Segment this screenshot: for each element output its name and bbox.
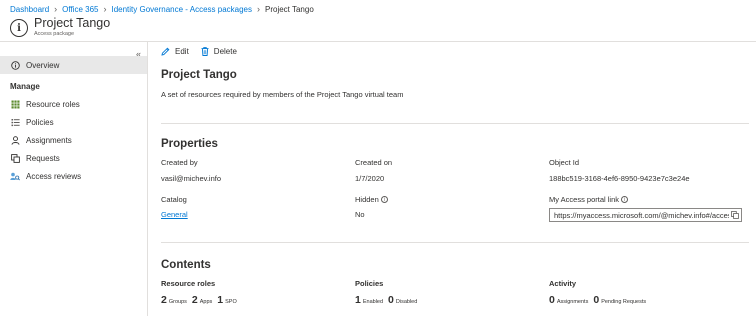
stat-unit: SPO [225,299,237,305]
hidden-value: No [355,210,365,219]
stat-unit: Assignments [556,299,589,305]
section-divider [161,242,749,243]
stat-unit: Enabled [362,299,384,305]
hidden-label: Hidden [355,195,379,204]
resource-roles-stats[interactable]: 2 Groups 2 Apps 1 SPO [161,294,242,306]
sidebar-item-label: Requests [26,153,60,163]
breadcrumb-dashboard[interactable]: Dashboard [10,5,49,14]
sidebar-section-manage: Manage [10,81,40,91]
stat-apps: 2 Apps [192,294,212,306]
info-icon: i [10,19,28,37]
delete-button-label: Delete [213,47,237,56]
stat-unit: Disabled [395,299,418,305]
chevron-right-icon: › [54,4,58,14]
catalog-label: Catalog [161,195,187,204]
header-divider [0,41,756,42]
stat-value: 2 [161,294,167,306]
pencil-icon [161,47,170,56]
sidebar-item-policies[interactable]: Policies [0,113,147,131]
stat-groups: 2 Groups [161,294,187,306]
created-by-label: Created by [161,158,198,167]
copy-icon[interactable] [729,211,741,219]
stat-enabled: 1 Enabled [355,294,383,306]
requests-icon [10,153,20,163]
info-icon [10,60,20,70]
portal-link-label: My Access portal link [549,195,620,204]
grid-icon [10,99,20,109]
page-title: Project Tango [34,16,111,30]
sidebar-item-requests[interactable]: Requests [0,149,147,167]
chevron-right-icon: › [103,4,107,14]
stat-value: 0 [549,294,555,306]
sidebar-item-label: Resource roles [26,99,80,109]
created-by-value: vasil@michev.info [161,174,221,183]
created-on-label: Created on [355,158,393,167]
stat-value: 2 [191,294,198,306]
stat-disabled: 0 Disabled [388,294,417,306]
sidebar-item-label: Policies [26,117,54,127]
info-icon[interactable]: i [380,196,388,203]
access-package-description: A set of resources required by members o… [161,90,404,99]
sidebar-item-label: Overview [26,60,60,70]
policies-stats[interactable]: 1 Enabled 0 Disabled [355,294,422,306]
review-icon [10,171,20,181]
breadcrumb: Dashboard › Office 365 › Identity Govern… [10,3,314,15]
edit-button-label: Edit [175,47,189,56]
stat-spo: 1 SPO [217,294,236,306]
portal-link-field[interactable]: https://myaccess.microsoft.com/@michev.i… [549,208,742,222]
stat-pending-requests: 0 Pending Requests [593,294,646,306]
chevron-right-icon: › [257,4,260,14]
sidebar-item-overview[interactable]: Overview [0,56,147,74]
breadcrumb-current: Project Tango [265,4,314,14]
sidebar-item-label: Assignments [26,135,72,145]
stat-value: 1 [217,294,224,306]
page-header: i Project Tango Access package [10,16,110,40]
stat-value: 0 [388,294,394,306]
hidden-label-row: Hidden i [355,195,388,204]
stat-value: 0 [593,294,600,306]
sidebar-item-assignments[interactable]: Assignments [0,131,147,149]
delete-button[interactable]: Delete [201,47,237,56]
breadcrumb-access-packages[interactable]: Identity Governance - Access packages [111,5,252,14]
activity-stats[interactable]: 0 Assignments 0 Pending Requests [549,294,651,306]
stat-assignments: 0 Assignments [549,294,588,306]
resource-roles-label: Resource roles [161,279,216,288]
portal-link-label-row: My Access portal link i [549,195,629,204]
stat-unit: Groups [168,299,187,305]
activity-label: Activity [549,279,577,288]
sidebar-divider [147,42,148,316]
sidebar-item-resource-roles[interactable]: Resource roles [0,95,147,113]
sidebar-item-access-reviews[interactable]: Access reviews [0,167,147,185]
page-subtitle: Access package [34,31,75,37]
list-icon [10,117,20,127]
created-on-value: 1/7/2020 [355,174,385,183]
policies-label: Policies [355,279,384,288]
catalog-link[interactable]: General [161,210,188,219]
command-bar: Edit Delete [161,45,249,58]
info-icon[interactable]: i [621,196,629,203]
trash-icon [201,47,209,56]
person-icon [10,135,20,145]
sidebar-item-label: Access reviews [26,171,82,181]
portal-link-value: https://myaccess.microsoft.com/@michev.i… [554,210,729,220]
object-id-value: 188bc519-3168-4ef6-8950-9423e7c3e24e [549,174,690,183]
section-divider [161,123,749,124]
contents-heading: Contents [161,259,211,271]
access-package-name: Project Tango [161,69,237,81]
stat-unit: Apps [199,299,213,305]
properties-heading: Properties [161,138,218,150]
stat-value: 1 [355,294,361,306]
object-id-label: Object Id [549,158,580,167]
stat-unit: Pending Requests [601,299,647,305]
breadcrumb-office-365[interactable]: Office 365 [62,5,98,14]
edit-button[interactable]: Edit [161,47,189,56]
sidebar: Overview Manage Resource roles Policies … [0,56,147,185]
